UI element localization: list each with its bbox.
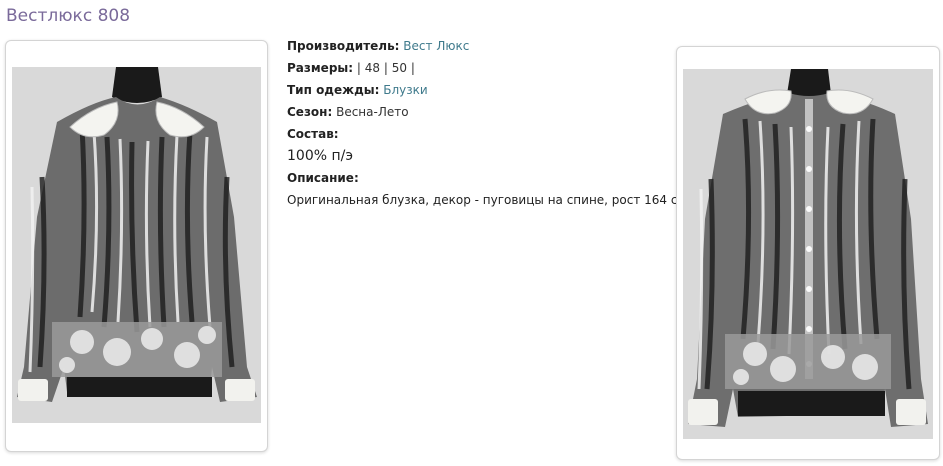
product-photo-front[interactable]: [5, 40, 268, 452]
product-title: Вестлюкс 808: [6, 6, 131, 26]
size-value: 50: [391, 61, 408, 75]
clothing-type-row: Тип одежды: Блузки: [287, 79, 667, 101]
size-separator: |: [383, 61, 388, 75]
clothing-type-link[interactable]: Блузки: [383, 83, 427, 97]
season-row: Сезон: Весна-Лето: [287, 101, 667, 123]
clothing-type-label: Тип одежды:: [287, 83, 380, 97]
product-photo-back[interactable]: [676, 46, 940, 460]
blouse-back-photo: [683, 69, 933, 439]
description-row: Описание:: [287, 167, 667, 189]
sizes-label: Размеры:: [287, 61, 354, 75]
composition-row: Состав:: [287, 123, 667, 145]
manufacturer-row: Производитель: Вест Люкс: [287, 35, 667, 57]
manufacturer-label: Производитель:: [287, 39, 400, 53]
description-label: Описание:: [287, 171, 359, 185]
size-separator: |: [410, 61, 415, 75]
description-value: Оригинальная блузка, декор - пуговицы на…: [287, 193, 687, 207]
composition-label: Состав:: [287, 127, 339, 141]
product-details: Производитель: Вест Люкс Размеры: | 48 |…: [287, 35, 687, 211]
blouse-front-photo: [12, 67, 261, 423]
season-label: Сезон:: [287, 105, 333, 119]
manufacturer-link[interactable]: Вест Люкс: [403, 39, 469, 53]
composition-value: 100% п/э: [287, 148, 354, 164]
sizes-row: Размеры: | 48 | 50 |: [287, 57, 667, 79]
size-separator: |: [356, 61, 361, 75]
season-value: Весна-Лето: [336, 105, 409, 119]
size-value: 48: [364, 61, 381, 75]
